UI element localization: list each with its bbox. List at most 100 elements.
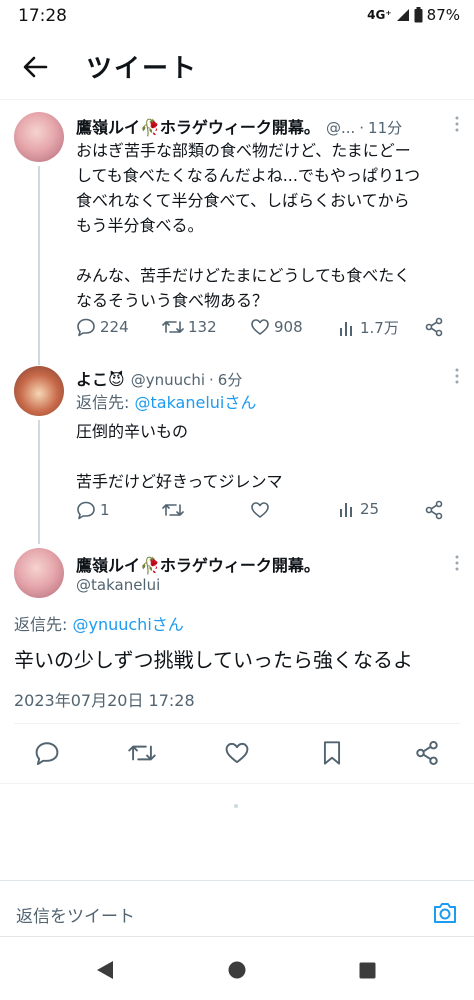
header-divider: [0, 99, 474, 100]
divider: [0, 783, 474, 784]
square-recents-icon: [359, 962, 376, 979]
share-icon: [425, 317, 443, 337]
arrow-left-icon: [23, 56, 48, 78]
handle[interactable]: @...: [326, 119, 355, 137]
thread-line: [38, 420, 40, 544]
bookmark-button[interactable]: [320, 740, 344, 766]
reply-count: 224: [100, 318, 129, 336]
meta-separator: ·: [209, 371, 214, 389]
views-icon: [340, 321, 352, 336]
tweet-actions: 1 25: [0, 500, 474, 524]
tweet-text-line: しても食べたくなるんだよね...でもやっぱり1つ: [76, 166, 421, 185]
camera-icon: [434, 903, 456, 923]
tweet-text-line: 食べれなくて半分食べて、しばらくおいてから: [76, 191, 410, 210]
share-button[interactable]: [424, 317, 444, 337]
handle[interactable]: @takanelui: [76, 576, 160, 594]
reply-icon: [77, 501, 95, 520]
reply-to-label: 返信先:: [76, 393, 135, 412]
display-name[interactable]: 鷹嶺ルイ🥀ホラゲウィーク開幕。: [76, 552, 320, 576]
retweet-button[interactable]: [128, 740, 156, 766]
tweet-text-line: 苦手だけど好きってジレンマ: [76, 472, 283, 491]
tweet-time[interactable]: 6分: [218, 369, 243, 390]
reply-button[interactable]: [34, 740, 60, 766]
reply-input[interactable]: 返信をツイート: [16, 902, 135, 927]
display-name[interactable]: よこ😈: [76, 366, 125, 390]
heart-icon: [251, 319, 269, 335]
views-count: 1.7万: [360, 319, 399, 337]
share-button[interactable]: [424, 500, 444, 520]
meta-separator: ·: [359, 119, 365, 137]
reply-to-line: 返信先: @ynuuchiさん: [14, 611, 184, 635]
divider: [0, 936, 474, 937]
tweet-header: 鷹嶺ルイ🥀ホラゲウィーク開幕。 @... · 11分: [76, 114, 446, 138]
main-tweet-text: 辛いの少しずつ挑戦していったら強くなるよ: [14, 648, 413, 672]
tweet-actions: 224 132 908 1.7万: [0, 317, 474, 341]
tweet-header: よこ😈 @ynuuchi · 6分: [76, 366, 446, 390]
loading-indicator: [234, 804, 238, 808]
heart-icon: [225, 742, 249, 764]
display-name[interactable]: 鷹嶺ルイ🥀ホラゲウィーク開幕。: [76, 114, 320, 138]
reply-icon: [77, 318, 95, 337]
tweet-timestamp[interactable]: 2023年07月20日 17:28: [14, 687, 195, 711]
tweet-text-line: おはぎ苦手な部類の食べ物だけど、たまにどー: [76, 141, 411, 160]
battery-icon: [414, 7, 423, 23]
retweet-button[interactable]: [162, 500, 188, 520]
more-vertical-icon: [455, 116, 459, 132]
network-indicator: 4G⁺: [367, 8, 392, 22]
reply-to-label: 返信先:: [14, 615, 73, 634]
reply-button[interactable]: 224: [76, 317, 129, 337]
reply-to-link[interactable]: @ynuuchiさん: [72, 615, 183, 634]
back-button[interactable]: [18, 50, 52, 84]
signal-icon: [396, 9, 409, 21]
system-nav-bar: [0, 940, 474, 1000]
nav-home-button[interactable]: [228, 961, 246, 979]
status-time: 17:28: [18, 6, 67, 26]
triangle-back-icon: [97, 961, 113, 979]
like-button[interactable]: [224, 740, 250, 766]
heart-icon: [251, 502, 269, 518]
circle-home-icon: [228, 961, 246, 979]
like-button[interactable]: [250, 500, 274, 520]
like-button[interactable]: 908: [250, 317, 303, 337]
retweet-count: 132: [188, 318, 217, 336]
views-button[interactable]: 25: [338, 500, 379, 518]
views-count: 25: [360, 500, 380, 518]
nav-recents-button[interactable]: [359, 962, 376, 979]
battery-percent: 87%: [426, 6, 460, 24]
tweet-text: 返信先: @takaneluiさん 圧倒的辛いもの 苦手だけど好きってジレンマ: [76, 390, 468, 494]
reply-to-link[interactable]: @takaneluiさん: [134, 393, 256, 412]
bookmark-icon: [323, 741, 341, 765]
reply-to-line: 返信先: @takaneluiさん: [76, 390, 468, 415]
camera-button[interactable]: [430, 898, 460, 928]
nav-back-button[interactable]: [96, 960, 114, 980]
tweet-text-line: もう半分食べる。: [76, 216, 204, 235]
retweet-icon: [162, 504, 184, 516]
more-vertical-icon: [455, 555, 459, 571]
share-icon: [416, 740, 438, 766]
retweet-icon: [162, 321, 184, 333]
reply-button[interactable]: 1: [76, 500, 110, 520]
status-indicators: 4G⁺ 87%: [367, 6, 460, 24]
more-button[interactable]: [448, 115, 466, 133]
share-button[interactable]: [414, 740, 440, 766]
tweet-text-line: なるそういう食べ物ある？: [76, 291, 269, 310]
retweet-icon: [128, 745, 156, 761]
divider: [14, 723, 460, 724]
avatar[interactable]: [14, 112, 64, 162]
tweet-text-line: みんな、苦手だけどたまにどうしても食べたく: [76, 266, 411, 285]
reply-icon: [35, 742, 59, 766]
tweet-time[interactable]: 11分: [368, 117, 402, 138]
retweet-button[interactable]: 132: [162, 317, 217, 337]
avatar[interactable]: [14, 548, 64, 598]
like-count: 908: [274, 318, 303, 336]
tweet-text-line: 圧倒的辛いもの: [76, 422, 189, 441]
more-button[interactable]: [448, 554, 466, 572]
status-bar: 17:28 4G⁺ 87%: [0, 0, 474, 34]
handle[interactable]: @ynuuchi: [131, 371, 205, 389]
views-icon: [340, 503, 352, 517]
more-button[interactable]: [448, 367, 466, 385]
avatar[interactable]: [14, 366, 64, 416]
views-button[interactable]: 1.7万: [338, 317, 399, 338]
main-tweet-actions: [0, 738, 474, 770]
